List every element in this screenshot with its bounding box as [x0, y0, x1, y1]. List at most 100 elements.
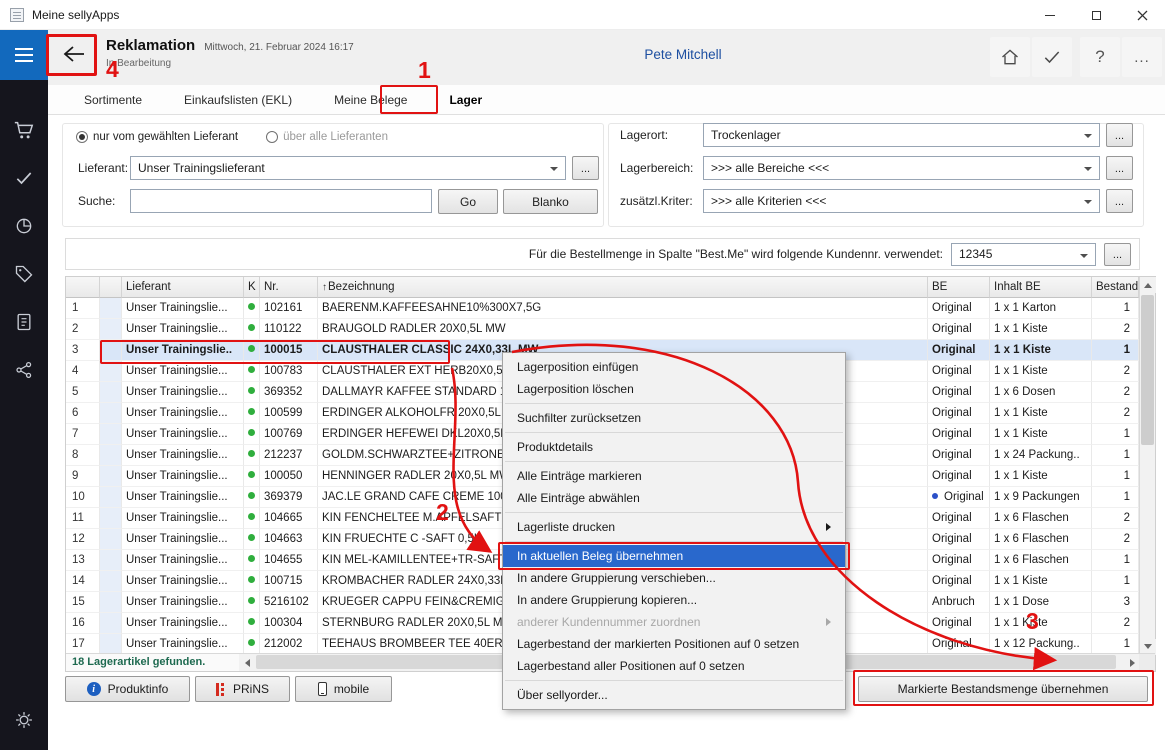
- lieferant-more-button[interactable]: ...: [572, 156, 599, 180]
- check-icon: [1042, 47, 1062, 67]
- prins-button[interactable]: PRiNS: [195, 676, 290, 702]
- lagerbereich-more-button[interactable]: ...: [1106, 156, 1133, 180]
- cell-k: [244, 613, 260, 634]
- tab-lager[interactable]: Lager: [447, 89, 484, 111]
- menu-separator: [505, 680, 843, 681]
- sidebar-item-cart[interactable]: [0, 106, 48, 154]
- kundennr-select[interactable]: 12345: [951, 243, 1096, 266]
- kriterien-select[interactable]: >>> alle Kriterien <<<: [703, 189, 1100, 213]
- header-lieferant[interactable]: Lieferant: [122, 277, 244, 298]
- scroll-up-button[interactable]: [1140, 277, 1156, 293]
- context-menu-item[interactable]: In andere Gruppierung verschieben...: [503, 567, 845, 589]
- context-menu-item[interactable]: Lagerbestand der markierten Positionen a…: [503, 633, 845, 655]
- mobile-button[interactable]: mobile: [295, 676, 392, 702]
- context-menu-item[interactable]: Alle Einträge markieren: [503, 465, 845, 487]
- minimize-button[interactable]: [1027, 0, 1073, 30]
- cell-lieferant: Unser Trainingslie..: [122, 340, 244, 361]
- kundennr-info-bar: Für die Bestellmenge in Spalte "Best.Me"…: [65, 238, 1140, 270]
- header-inhalt-be[interactable]: Inhalt BE: [990, 277, 1092, 298]
- sidebar-item-tasks[interactable]: [0, 154, 48, 202]
- vertical-scroll-thumb[interactable]: [1141, 295, 1154, 445]
- cell-nr: 110122: [260, 319, 318, 340]
- context-menu-item[interactable]: Alle Einträge abwählen: [503, 487, 845, 509]
- lagerort-more-button[interactable]: ...: [1106, 123, 1133, 147]
- cell-lieferant: Unser Trainingslie...: [122, 319, 244, 340]
- cell-be: Original: [928, 466, 990, 487]
- cell-bestand: 3: [1092, 592, 1139, 613]
- stock-status-dot: [248, 303, 255, 310]
- sidebar-item-settings[interactable]: [0, 696, 48, 744]
- tab-meine-belege[interactable]: Meine Belege: [332, 89, 409, 111]
- header-nr[interactable]: Nr.: [260, 277, 318, 298]
- close-button[interactable]: [1119, 0, 1165, 30]
- sidebar-item-share[interactable]: [0, 346, 48, 394]
- app-icon: [10, 8, 24, 22]
- context-menu-item[interactable]: In andere Gruppierung kopieren...: [503, 589, 845, 611]
- help-button[interactable]: ?: [1080, 37, 1120, 77]
- supplier-scope-radios: nur vom gewählten Lieferant über alle Li…: [76, 131, 388, 143]
- blanko-button[interactable]: Blanko: [503, 189, 598, 214]
- context-menu-item[interactable]: In aktuellen Beleg übernehmen: [503, 545, 845, 567]
- sidebar-item-catalog[interactable]: [0, 298, 48, 346]
- cell-select: [100, 550, 122, 571]
- back-button[interactable]: [52, 34, 96, 74]
- vertical-scrollbar[interactable]: [1139, 277, 1155, 655]
- context-menu-item[interactable]: Lagerposition löschen: [503, 378, 845, 400]
- radio-all-suppliers[interactable]: über alle Lieferanten: [266, 131, 388, 143]
- menu-item-label: In andere Gruppierung kopieren...: [517, 593, 835, 607]
- sidebar-item-statistics[interactable]: [0, 202, 48, 250]
- more-dots-label: ...: [581, 163, 590, 175]
- cell-k: [244, 424, 260, 445]
- lagerort-select[interactable]: Trockenlager: [703, 123, 1100, 147]
- cell-be: Original: [928, 319, 990, 340]
- menu-item-label: Suchfilter zurücksetzen: [517, 411, 835, 425]
- maximize-button[interactable]: [1073, 0, 1119, 30]
- header-corner: [66, 277, 100, 298]
- more-options-button[interactable]: ...: [1122, 37, 1162, 77]
- arrow-right-icon: [1130, 659, 1139, 667]
- cell-bestand: 2: [1092, 382, 1139, 403]
- context-menu-item[interactable]: Lagerbestand aller Positionen auf 0 setz…: [503, 655, 845, 677]
- context-menu-item[interactable]: Lagerposition einfügen: [503, 356, 845, 378]
- kriterien-value: >>> alle Kriterien <<<: [711, 194, 826, 208]
- cell-inhalt-be: 1 x 1 Karton: [990, 298, 1092, 319]
- lieferant-select[interactable]: Unser Trainingslieferant: [130, 156, 566, 180]
- radio-selected-supplier[interactable]: nur vom gewählten Lieferant: [76, 131, 238, 143]
- sidebar-item-pricing[interactable]: [0, 250, 48, 298]
- tab-sortimente[interactable]: Sortimente: [82, 89, 144, 111]
- menu-item-label: anderer Kundennummer zuordnen: [517, 615, 818, 629]
- context-menu-item[interactable]: Suchfilter zurücksetzen: [503, 407, 845, 429]
- cell-num: 3: [66, 340, 100, 361]
- tab-einkaufslisten-ekl[interactable]: Einkaufslisten (EKL): [182, 89, 294, 111]
- context-menu-item[interactable]: Produktdetails: [503, 436, 845, 458]
- header-bezeichnung[interactable]: ↑Bezeichnung: [318, 277, 928, 298]
- go-button[interactable]: Go: [438, 189, 498, 214]
- cell-inhalt-be: 1 x 6 Dosen: [990, 382, 1092, 403]
- cell-lieferant: Unser Trainingslie...: [122, 466, 244, 487]
- table-row[interactable]: 1Unser Trainingslie...102161BAERENM.KAFF…: [66, 298, 1139, 319]
- cell-inhalt-be: 1 x 1 Kiste: [990, 340, 1092, 361]
- sidebar-item-menu[interactable]: [0, 30, 48, 80]
- header-be[interactable]: BE: [928, 277, 990, 298]
- table-row[interactable]: 2Unser Trainingslie...110122BRAUGOLD RAD…: [66, 319, 1139, 340]
- context-menu-item[interactable]: Über sellyorder...: [503, 684, 845, 706]
- cell-nr: 100783: [260, 361, 318, 382]
- home-button[interactable]: [990, 37, 1030, 77]
- markierte-bestandsmenge-button[interactable]: Markierte Bestandsmenge übernehmen: [858, 676, 1148, 702]
- context-menu-item[interactable]: Lagerliste drucken: [503, 516, 845, 538]
- kriterien-more-button[interactable]: ...: [1106, 189, 1133, 213]
- cell-num: 1: [66, 298, 100, 319]
- header-k[interactable]: K: [244, 277, 260, 298]
- cell-select: [100, 445, 122, 466]
- scroll-left-button[interactable]: [239, 654, 255, 671]
- suche-label: Suche:: [78, 194, 115, 208]
- kundennr-more-button[interactable]: ...: [1104, 243, 1131, 266]
- produktinfo-button[interactable]: i Produktinfo: [65, 676, 190, 702]
- header-bestand[interactable]: Bestand: [1092, 277, 1139, 298]
- menu-item-label: Produktdetails: [517, 440, 835, 454]
- search-input[interactable]: [130, 189, 432, 213]
- confirm-button[interactable]: [1032, 37, 1072, 77]
- cell-bestand: 2: [1092, 319, 1139, 340]
- lagerbereich-select[interactable]: >>> alle Bereiche <<<: [703, 156, 1100, 180]
- cell-bestand: 2: [1092, 403, 1139, 424]
